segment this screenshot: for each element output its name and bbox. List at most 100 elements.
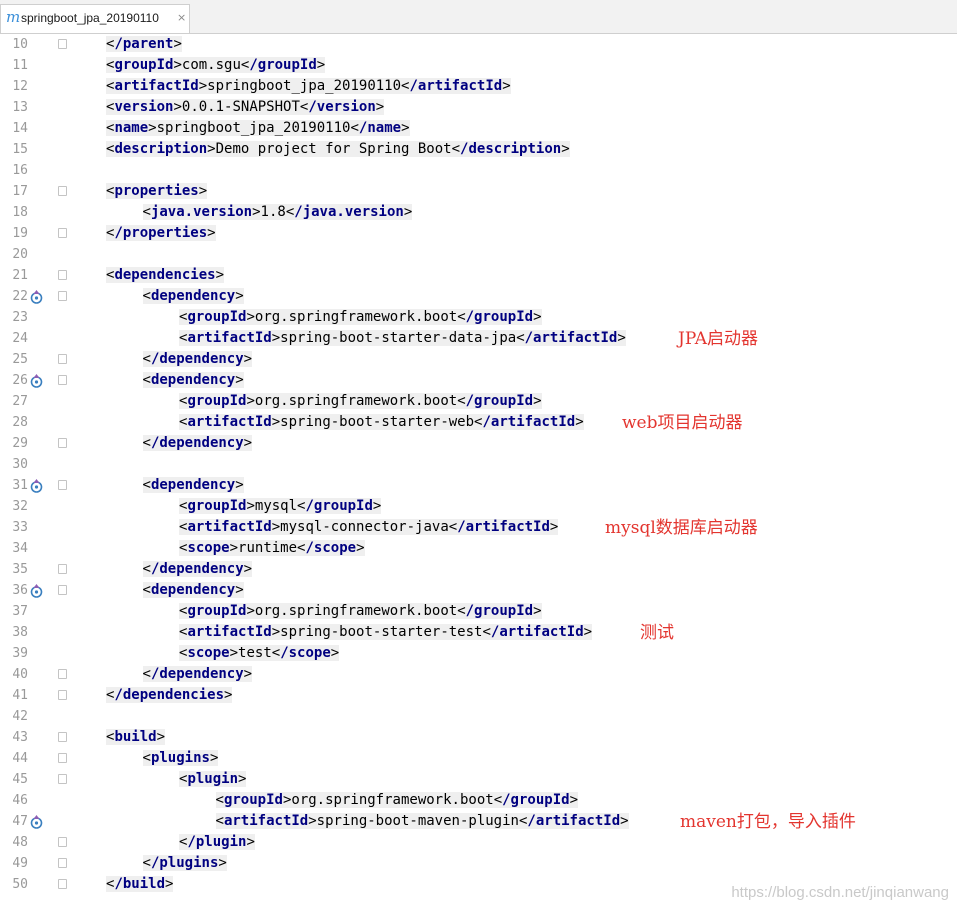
xml-text: runtime [238,540,298,556]
code-line[interactable]: 19 </properties> [0,223,957,244]
code-content: <dependency> [142,580,244,601]
code-line[interactable]: 42 [0,706,957,727]
code-line[interactable]: 10 </parent> [0,34,957,55]
code-line[interactable]: 29 </dependency> [0,433,957,454]
line-number: 27 [12,394,28,409]
code-line[interactable]: 39 <scope>test</scope> [0,643,957,664]
line-number: 49 [12,856,28,871]
fold-marker-icon[interactable] [58,774,67,784]
xml-text: mysql-connector-java [280,519,449,535]
fold-marker-icon[interactable] [58,732,67,742]
fold-marker-icon[interactable] [58,375,67,385]
dependency-gutter-icon[interactable] [30,289,43,304]
code-line[interactable]: 16 [0,160,957,181]
code-line[interactable]: 11 <groupId>com.sgu</groupId> [0,55,957,76]
code-content: <artifactId>spring-boot-starter-test</ar… [179,622,593,643]
xml-text: springboot_jpa_20190110 [156,120,351,136]
xml-tag: <artifactId> [179,624,281,640]
fold-marker-icon[interactable] [58,270,67,280]
code-line[interactable]: 30 [0,454,957,475]
code-line[interactable]: 14 <name>springboot_jpa_20190110</name> [0,118,957,139]
code-line[interactable]: 37 <groupId>org.springframework.boot</gro… [0,601,957,622]
code-line[interactable]: 45 <plugin> [0,769,957,790]
code-line[interactable]: 48 </plugin> [0,832,957,853]
fold-marker-icon[interactable] [58,879,67,889]
line-number: 42 [12,709,28,724]
code-editor[interactable]: 10 </parent> 11 <groupId>com.sgu</groupId> 1… [0,34,957,912]
code-line[interactable]: 44 <plugins> [0,748,957,769]
dependency-gutter-icon[interactable] [30,814,43,829]
annotation-note: web项目启动器 [622,413,743,433]
xml-tag: </java.version> [285,204,413,220]
code-line[interactable]: 24 <artifactId>spring-boot-starter-data-j… [0,328,957,349]
fold-marker-icon[interactable] [58,354,67,364]
fold-marker-icon[interactable] [58,858,67,868]
code-content: <groupId>org.springframework.boot</group… [179,391,542,412]
xml-tag: </artifactId> [401,78,511,94]
code-line[interactable]: 40 </dependency> [0,664,957,685]
code-line[interactable]: 31 <dependency> [0,475,957,496]
fold-marker-icon[interactable] [58,438,67,448]
xml-tag: </dependency> [142,351,253,367]
code-line[interactable]: 17 <properties> [0,181,957,202]
code-line[interactable]: 27 <groupId>org.springframework.boot</gro… [0,391,957,412]
code-line[interactable]: 25 </dependency> [0,349,957,370]
code-line[interactable]: 26 <dependency> [0,370,957,391]
line-number: 50 [12,877,28,892]
code-line[interactable]: 12 <artifactId>springboot_jpa_20190110</a… [0,76,957,97]
code-line[interactable]: 34 <scope>runtime</scope> [0,538,957,559]
xml-tag: </groupId> [457,309,542,325]
fold-marker-icon[interactable] [58,564,67,574]
line-number: 23 [12,310,28,325]
xml-tag: </groupId> [457,393,542,409]
code-line[interactable]: 15 <description>Demo project for Spring B… [0,139,957,160]
close-icon[interactable]: × [177,11,186,24]
fold-marker-icon[interactable] [58,480,67,490]
code-content: <artifactId>mysql-connector-java</artifa… [179,517,559,538]
code-line[interactable]: 28 <artifactId>spring-boot-starter-web</a… [0,412,957,433]
code-line[interactable]: 38 <artifactId>spring-boot-starter-test</… [0,622,957,643]
code-content: <artifactId>spring-boot-starter-data-jpa… [179,328,626,349]
code-line[interactable]: 21 <dependencies> [0,265,957,286]
line-number: 22 [12,289,28,304]
line-number: 32 [12,499,28,514]
code-line[interactable]: 49 </plugins> [0,853,957,874]
line-number: 26 [12,373,28,388]
fold-marker-icon[interactable] [58,291,67,301]
code-line[interactable]: 13 <version>0.0.1-SNAPSHOT</version> [0,97,957,118]
code-line[interactable]: 22 <dependency> [0,286,957,307]
code-line[interactable]: 20 [0,244,957,265]
fold-marker-icon[interactable] [58,186,67,196]
xml-text: org.springframework.boot [254,309,458,325]
fold-marker-icon[interactable] [58,669,67,679]
annotation-note: JPA启动器 [678,329,758,349]
code-line[interactable]: 43 <build> [0,727,957,748]
xml-text: spring-boot-starter-data-jpa [280,330,517,346]
code-line[interactable]: 36 <dependency> [0,580,957,601]
code-line[interactable]: 35 </dependency> [0,559,957,580]
tab-pom-file[interactable]: m springboot_jpa_20190110 × [0,4,190,33]
fold-marker-icon[interactable] [58,690,67,700]
xml-tag: </groupId> [240,57,326,73]
code-content: </dependency> [142,559,253,580]
line-number: 33 [12,520,28,535]
fold-marker-icon[interactable] [58,39,67,49]
line-number: 41 [12,688,28,703]
code-content: <description>Demo project for Spring Boo… [106,139,570,160]
code-line[interactable]: 32 <groupId>mysql</groupId> [0,496,957,517]
code-line[interactable]: 41 </dependencies> [0,685,957,706]
code-line[interactable]: 33 <artifactId>mysql-connector-java</arti… [0,517,957,538]
code-line[interactable]: 23 <groupId>org.springframework.boot</gro… [0,307,957,328]
code-line[interactable]: 18 <java.version>1.8</java.version> [0,202,957,223]
fold-marker-icon[interactable] [58,585,67,595]
line-number: 25 [12,352,28,367]
fold-marker-icon[interactable] [58,228,67,238]
dependency-gutter-icon[interactable] [30,478,43,493]
code-content: <groupId>org.springframework.boot</group… [179,601,542,622]
fold-marker-icon[interactable] [58,837,67,847]
xml-text: com.sgu [181,57,241,73]
dependency-gutter-icon[interactable] [30,373,43,388]
code-content: <dependency> [142,370,244,391]
fold-marker-icon[interactable] [58,753,67,763]
dependency-gutter-icon[interactable] [30,583,43,598]
